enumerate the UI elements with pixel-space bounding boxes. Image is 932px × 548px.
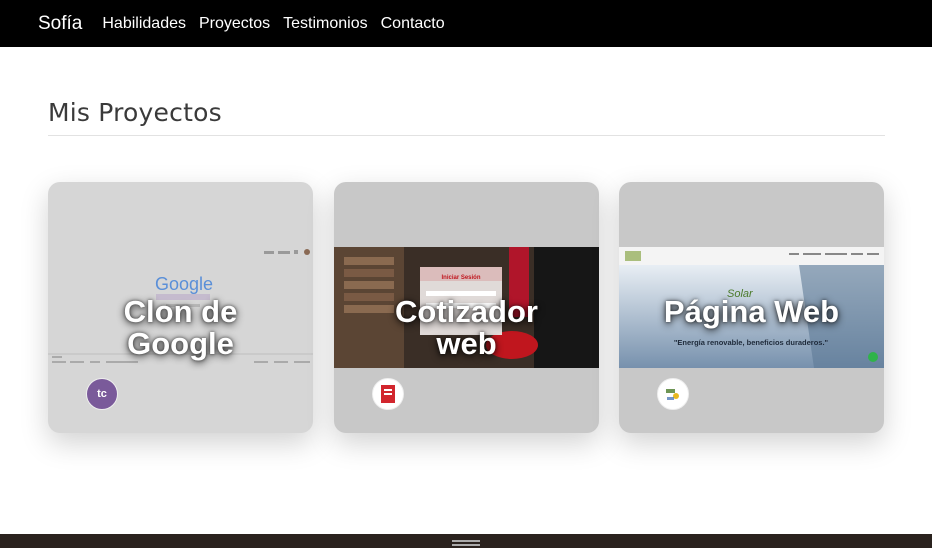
nav-link-contacto[interactable]: Contacto — [381, 15, 445, 33]
preview-tagline: "Energía renovable, beneficios duraderos… — [674, 338, 829, 347]
solar-logo-icon — [662, 383, 684, 405]
project-title-line: web — [436, 326, 497, 361]
project-avatar — [372, 378, 404, 410]
project-title: Cotizador web — [334, 296, 599, 360]
top-navbar: Sofía Habilidades Proyectos Testimonios … — [0, 0, 932, 47]
section-divider — [48, 135, 885, 136]
brand-logo[interactable]: Sofía — [38, 13, 82, 35]
nav-link-proyectos[interactable]: Proyectos — [199, 15, 270, 33]
project-title-line: Google — [127, 326, 234, 361]
avatar-text: tc — [97, 388, 107, 400]
section-title: Mis Proyectos — [48, 98, 222, 127]
project-title: Página Web — [619, 296, 884, 328]
project-title: Clon de Google — [48, 296, 313, 360]
menu-handle-icon[interactable] — [452, 540, 480, 546]
project-card-cotizador[interactable]: Iniciar Sesión Cotizador web — [334, 182, 599, 433]
login-panel-title: Iniciar Sesión — [441, 275, 480, 281]
project-avatar: tc — [86, 378, 118, 410]
project-title-line: Cotizador — [395, 294, 538, 329]
project-card-google-clone[interactable]: Google Clon de Google tc — [48, 182, 313, 433]
page-footer — [0, 534, 932, 548]
nav-link-testimonios[interactable]: Testimonios — [283, 15, 367, 33]
project-title-line: Clon de — [123, 294, 238, 329]
project-title-line: Página Web — [663, 294, 840, 329]
project-avatar — [657, 378, 689, 410]
nav-link-habilidades[interactable]: Habilidades — [102, 15, 186, 33]
project-card-pagina-web[interactable]: Solar "Energía renovable, beneficios dur… — [619, 182, 884, 433]
cotizador-logo-icon — [381, 385, 395, 403]
google-logo-text: Google — [155, 274, 213, 294]
